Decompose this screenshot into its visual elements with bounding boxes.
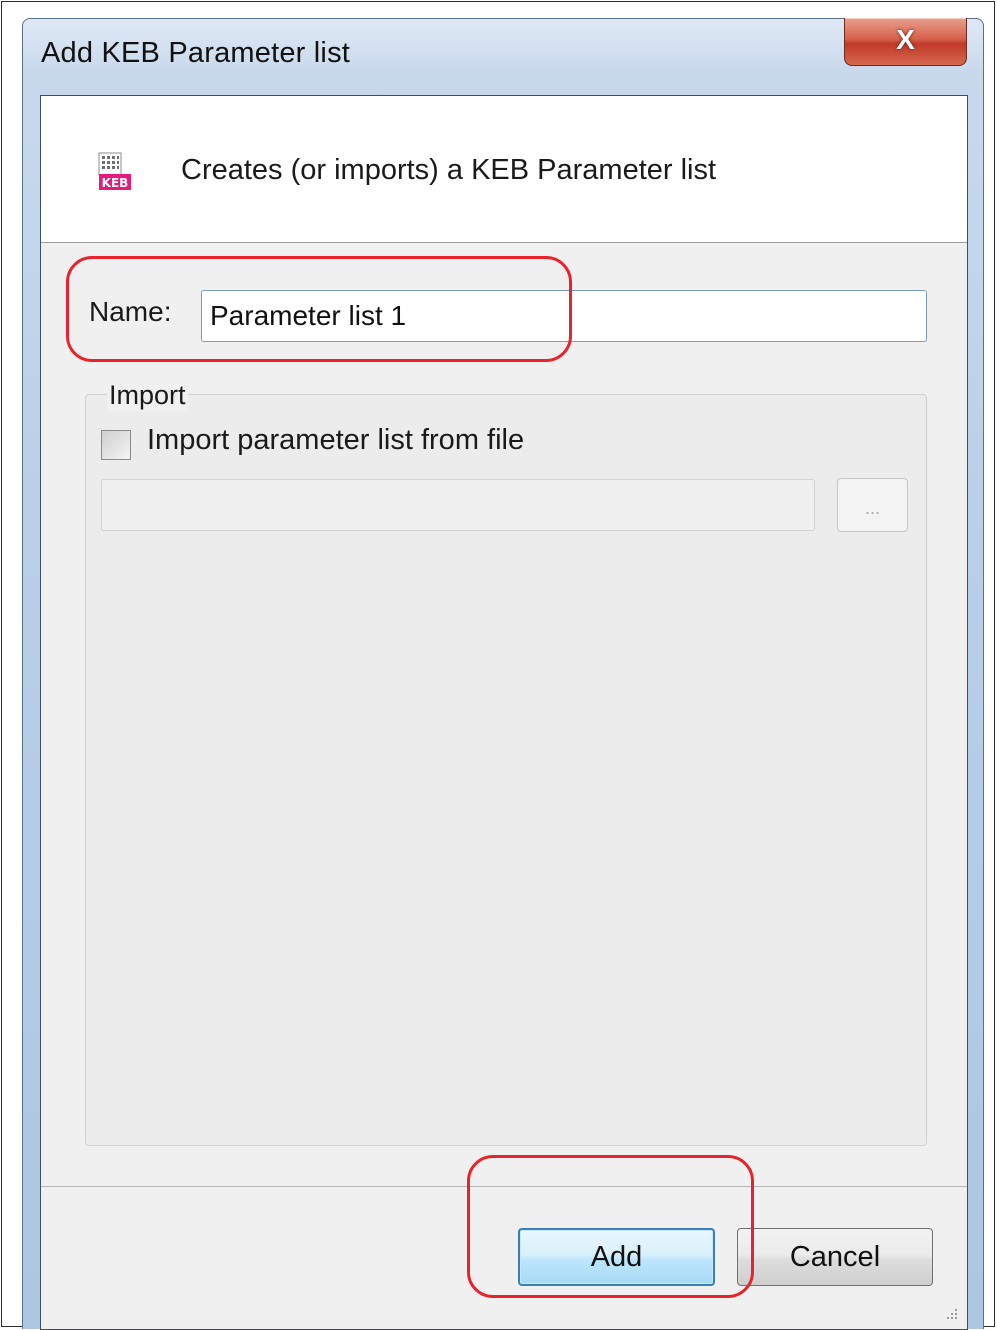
import-from-file-checkbox[interactable] — [101, 430, 131, 460]
cancel-button[interactable]: Cancel — [737, 1228, 933, 1286]
import-group-label: Import — [107, 380, 188, 411]
resize-grip-icon[interactable] — [943, 1305, 959, 1321]
import-file-path-input[interactable] — [101, 479, 815, 531]
close-icon: X — [896, 23, 915, 55]
name-field-highlight — [66, 256, 572, 362]
browse-button[interactable]: ... — [837, 478, 908, 532]
dialog-description: Creates (or imports) a KEB Parameter lis… — [181, 154, 717, 186]
keb-parameter-list-icon: KEB — [98, 152, 131, 190]
close-button[interactable]: X — [844, 18, 967, 66]
dialog-header: KEB Creates (or imports) a KEB Parameter… — [41, 96, 967, 243]
keb-icon-text: KEB — [102, 176, 129, 190]
import-from-file-label[interactable]: Import parameter list from file — [147, 424, 524, 457]
window-title: Add KEB Parameter list — [41, 37, 351, 69]
add-button-highlight — [467, 1155, 754, 1298]
dialog-window: Add KEB Parameter list X KEB Creates (or… — [22, 18, 984, 1330]
